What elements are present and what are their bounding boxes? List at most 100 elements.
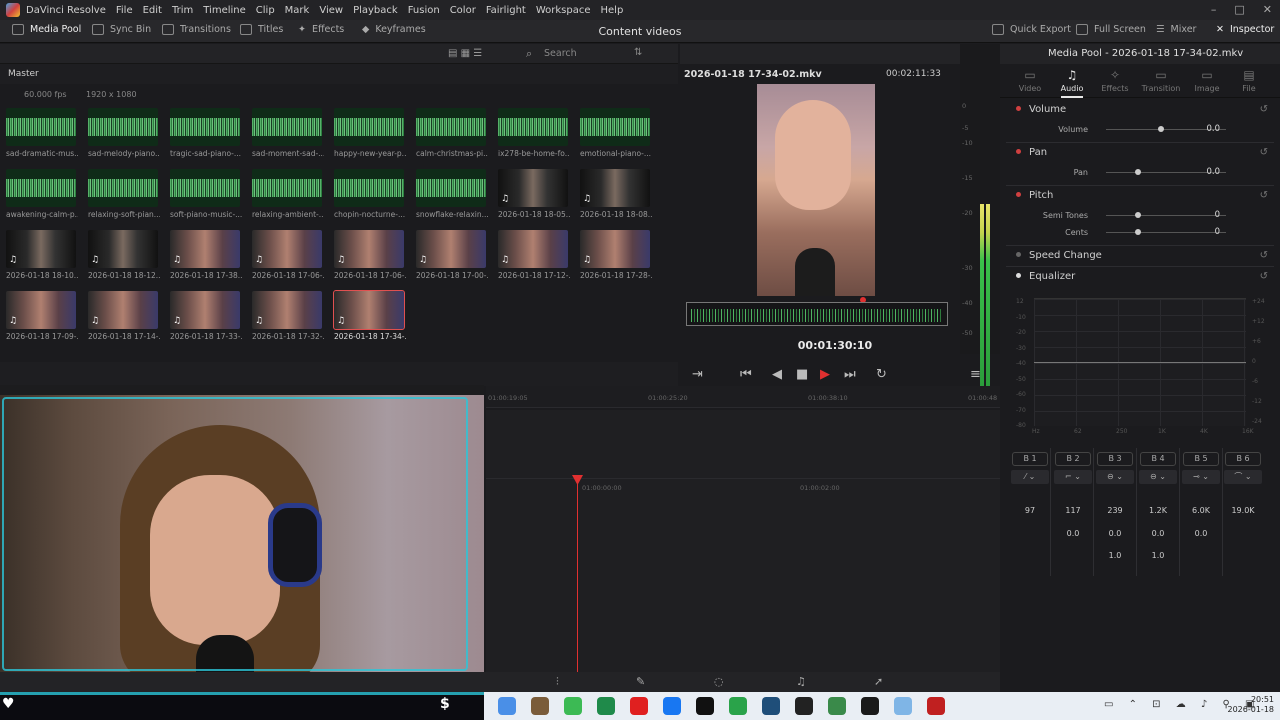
eq-band-frequency[interactable]: 6.0K [1183, 506, 1219, 515]
eq-band-frequency[interactable]: 239 [1097, 506, 1133, 515]
media-pool-button[interactable]: Media Pool [12, 24, 81, 35]
go-to-end-icon[interactable]: ⏭ [844, 367, 856, 382]
tab-image[interactable]: ▭ Image [1184, 68, 1230, 93]
eq-band-type-select[interactable]: ⊸ ⌄ [1182, 470, 1220, 484]
media-clip[interactable]: ♫ 2026-01-18 17-34-... [333, 290, 406, 341]
media-clip[interactable]: relaxing-ambient-... [252, 169, 324, 219]
menu-trim[interactable]: Trim [172, 5, 193, 16]
maximize-icon[interactable]: □ [1234, 3, 1244, 16]
close-icon[interactable]: ✕ [1263, 3, 1272, 16]
media-clip[interactable]: relaxing-soft-pian... [88, 169, 160, 219]
semitones-slider-knob[interactable] [1135, 212, 1141, 218]
video-preview[interactable] [757, 84, 875, 296]
equalizer-dot[interactable] [1016, 273, 1021, 278]
taskbar-app-icon[interactable] [927, 697, 945, 715]
volume-section[interactable]: Volume ↺ [1006, 104, 1274, 115]
media-clip[interactable]: chopin-nocturne-... [334, 169, 405, 219]
reset-icon[interactable]: ↺ [1260, 190, 1268, 201]
speed-change-section[interactable]: Speed Change ↺ [1006, 250, 1274, 261]
sync-bin-button[interactable]: Sync Bin [92, 24, 151, 35]
media-clip[interactable]: ♫ 2026-01-18 18-10... [6, 230, 78, 280]
media-clip[interactable]: soft-piano-music-... [170, 169, 242, 219]
cents-slider-knob[interactable] [1135, 229, 1141, 235]
effects-button[interactable]: ✦ Effects [298, 24, 344, 35]
loop-icon[interactable]: ↻ [876, 367, 887, 382]
view-mode-icons[interactable]: ▤ ▦ ☰ [448, 48, 482, 59]
media-clip[interactable]: awakening-calm-p... [6, 169, 78, 219]
eq-band-type-select[interactable]: ⊖ ⌄ [1096, 470, 1134, 484]
timeline-tracks[interactable] [486, 410, 1000, 672]
sort-icon[interactable]: ⇅ [634, 47, 642, 58]
menu-edit[interactable]: Edit [143, 5, 162, 16]
media-clip[interactable]: sad-melody-piano... [88, 108, 160, 158]
media-clip[interactable]: ♫ 2026-01-18 17-28-... [580, 230, 652, 280]
transitions-button[interactable]: Transitions [162, 24, 231, 35]
tab-transition[interactable]: ▭ Transition [1138, 68, 1184, 93]
quick-export-button[interactable]: Quick Export [992, 24, 1071, 35]
play-icon[interactable]: ▶ [820, 367, 830, 382]
pitch-enabled-dot[interactable] [1016, 192, 1021, 197]
menu-fusion[interactable]: Fusion [408, 5, 440, 16]
titles-button[interactable]: Titles [240, 24, 283, 35]
eq-band-button[interactable]: B 1 [1012, 452, 1048, 466]
media-clip[interactable]: ♫ 2026-01-18 17-32-... [252, 291, 324, 341]
reset-icon[interactable]: ↺ [1260, 271, 1268, 282]
search-input[interactable]: Search [544, 48, 577, 59]
menu-timeline[interactable]: Timeline [203, 5, 246, 16]
pan-section[interactable]: Pan ↺ [1006, 147, 1274, 158]
taskbar-app-icon[interactable] [564, 697, 582, 715]
volume-enabled-dot[interactable] [1016, 106, 1021, 111]
eq-band-type-select[interactable]: ⌒ ⌄ [1224, 470, 1262, 484]
eq-band-type-select[interactable]: ⌐ ⌄ [1054, 470, 1092, 484]
taskbar-app-icon[interactable] [663, 697, 681, 715]
media-clip[interactable]: ♫ 2026-01-18 17-06-... [252, 230, 324, 280]
eq-band-type-select[interactable]: ⊖ ⌄ [1139, 470, 1177, 484]
edit-page-icon[interactable]: ⫶ [556, 675, 559, 689]
viewer-menu-icon[interactable]: ≡ [970, 367, 981, 382]
color-page-icon[interactable]: ◌ [714, 675, 724, 688]
eq-band-button[interactable]: B 6 [1225, 452, 1261, 466]
timeline-playhead[interactable] [577, 478, 578, 673]
reset-icon[interactable]: ↺ [1260, 104, 1268, 115]
mixer-button[interactable]: ☰ Mixer [1156, 24, 1196, 35]
taskbar-app-icon[interactable] [531, 697, 549, 715]
loop-region-icon[interactable]: ⇥ [692, 367, 703, 382]
menu-file[interactable]: File [116, 5, 133, 16]
stop-icon[interactable]: ■ [796, 367, 808, 382]
menu-help[interactable]: Help [601, 5, 624, 16]
fusion-page-icon[interactable]: ✎ [636, 675, 645, 688]
equalizer-section[interactable]: Equalizer ↺ [1006, 271, 1274, 282]
media-clip[interactable]: emotional-piano-... [580, 108, 651, 158]
media-clip[interactable]: ♫ 2026-01-18 18-12... [88, 230, 160, 280]
pan-slider-knob[interactable] [1135, 169, 1141, 175]
taskbar-app-icon[interactable] [795, 697, 813, 715]
timeline-ruler[interactable]: 01:00:19:05 01:00:25:20 01:00:38:10 01:0… [486, 386, 1000, 408]
taskbar-app-icon[interactable] [861, 697, 879, 715]
tab-file[interactable]: ▤ File [1226, 68, 1272, 93]
audio-waveform-strip[interactable] [686, 302, 948, 326]
menu-playback[interactable]: Playback [353, 5, 398, 16]
menu-clip[interactable]: Clip [256, 5, 275, 16]
go-to-start-icon[interactable]: ⏮ [740, 367, 752, 382]
fairlight-page-icon[interactable]: ♫ [796, 675, 806, 688]
eq-band-button[interactable]: B 3 [1097, 452, 1133, 466]
eq-band-gain[interactable]: 0.0 [1097, 529, 1133, 538]
media-clip[interactable]: ♫ 2026-01-18 17-09-... [6, 291, 78, 341]
media-clip[interactable]: ♫ 2026-01-18 17-33-... [170, 291, 242, 341]
taskbar-app-icon[interactable] [630, 697, 648, 715]
menu-workspace[interactable]: Workspace [536, 5, 591, 16]
eq-band-gain[interactable]: 0.0 [1140, 529, 1176, 538]
taskbar-app-icon[interactable] [762, 697, 780, 715]
volume-slider-knob[interactable] [1158, 126, 1164, 132]
eq-band-button[interactable]: B 5 [1183, 452, 1219, 466]
taskbar-app-icon[interactable] [498, 697, 516, 715]
deliver-page-icon[interactable]: ➚ [874, 675, 883, 688]
menu-view[interactable]: View [319, 5, 343, 16]
media-clip[interactable]: ♫ 2026-01-18 18-08... [580, 169, 652, 219]
media-clip[interactable]: ♫ 2026-01-18 17-00-... [416, 230, 488, 280]
menu-fairlight[interactable]: Fairlight [486, 5, 526, 16]
eq-band-gain[interactable]: 0.0 [1055, 529, 1091, 538]
pan-value[interactable]: 0.0 [1190, 167, 1220, 177]
taskbar-app-icon[interactable] [894, 697, 912, 715]
media-clip[interactable]: snowflake-relaxin... [416, 169, 488, 219]
